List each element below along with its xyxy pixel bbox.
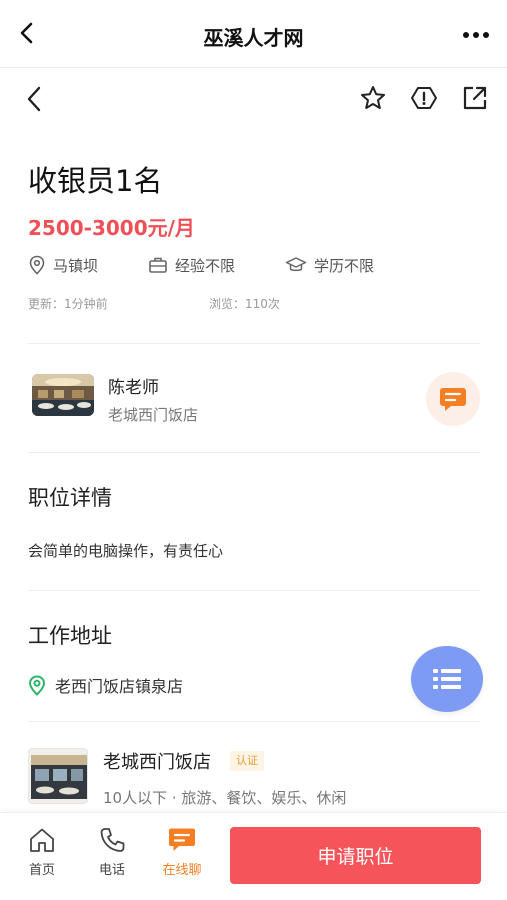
briefcase-icon bbox=[149, 257, 167, 273]
nav-phone[interactable]: 电话 bbox=[87, 827, 137, 878]
online-chat-icon bbox=[169, 828, 195, 851]
divider bbox=[28, 721, 480, 722]
view-count: 浏览：110次 bbox=[209, 297, 280, 311]
map-pin-icon bbox=[28, 674, 46, 696]
tag-experience: 经验不限 bbox=[148, 252, 235, 278]
divider bbox=[28, 343, 480, 344]
list-icon bbox=[433, 669, 461, 689]
work-address-heading: 工作地址 bbox=[28, 624, 112, 648]
app-title: 巫溪人才网 bbox=[203, 26, 304, 50]
tag-education-label: 学历不限 bbox=[314, 256, 375, 275]
company-name[interactable]: 老城西门饭店 bbox=[103, 748, 211, 774]
graduation-cap-icon bbox=[285, 257, 307, 272]
bottom-action-bar: 首页 电话 在线聊 申请职位 bbox=[0, 812, 507, 900]
recruiter-name: 陈老师 bbox=[108, 378, 159, 398]
nav-phone-label: 电话 bbox=[98, 863, 125, 878]
certified-badge: 认证 bbox=[230, 751, 264, 771]
job-title: 收银员1名 bbox=[28, 164, 163, 198]
nav-home-label: 首页 bbox=[28, 863, 55, 878]
work-address-text: 老西门饭店镇泉店 bbox=[55, 677, 184, 696]
work-address[interactable]: 老西门饭店镇泉店 bbox=[28, 672, 183, 698]
tag-experience-label: 经验不限 bbox=[175, 256, 236, 275]
page-toolbar bbox=[0, 68, 507, 130]
tag-location-label: 马镇坝 bbox=[53, 256, 99, 275]
nav-online-chat-label: 在线聊 bbox=[162, 863, 202, 878]
divider bbox=[28, 590, 480, 591]
back-chevron-icon[interactable] bbox=[22, 84, 46, 114]
job-description: 会简单的电脑操作，有责任心 bbox=[28, 542, 224, 560]
share-external-icon[interactable] bbox=[461, 84, 489, 112]
company-logo[interactable] bbox=[28, 748, 88, 804]
home-icon bbox=[30, 828, 54, 852]
nav-home[interactable]: 首页 bbox=[17, 827, 67, 878]
tag-location: 马镇坝 bbox=[28, 252, 98, 278]
phone-icon bbox=[100, 828, 125, 852]
chat-recruiter-button[interactable] bbox=[426, 372, 480, 426]
updated-time: 更新：1分钟前 bbox=[28, 297, 108, 311]
nav-online-chat[interactable]: 在线聊 bbox=[157, 827, 207, 878]
recruiter-company: 老城西门饭店 bbox=[108, 406, 199, 424]
company-info: 10人以下 · 旅游、餐饮、娱乐、休闲 bbox=[103, 789, 347, 807]
star-favorite-icon[interactable] bbox=[359, 84, 387, 112]
recruiter-avatar[interactable] bbox=[32, 374, 94, 416]
report-warning-icon[interactable] bbox=[410, 84, 438, 112]
title-bar: 巫溪人才网 bbox=[0, 0, 507, 68]
divider bbox=[28, 452, 480, 453]
location-pin-icon bbox=[29, 255, 45, 275]
apply-job-button[interactable]: 申请职位 bbox=[230, 827, 481, 884]
floating-list-button[interactable] bbox=[411, 646, 483, 712]
salary: 2500-3000元/月 bbox=[28, 216, 195, 240]
job-details-heading: 职位详情 bbox=[28, 486, 112, 510]
chat-message-icon bbox=[440, 388, 466, 411]
tag-education: 学历不限 bbox=[285, 252, 374, 278]
more-options-icon[interactable] bbox=[461, 22, 491, 48]
